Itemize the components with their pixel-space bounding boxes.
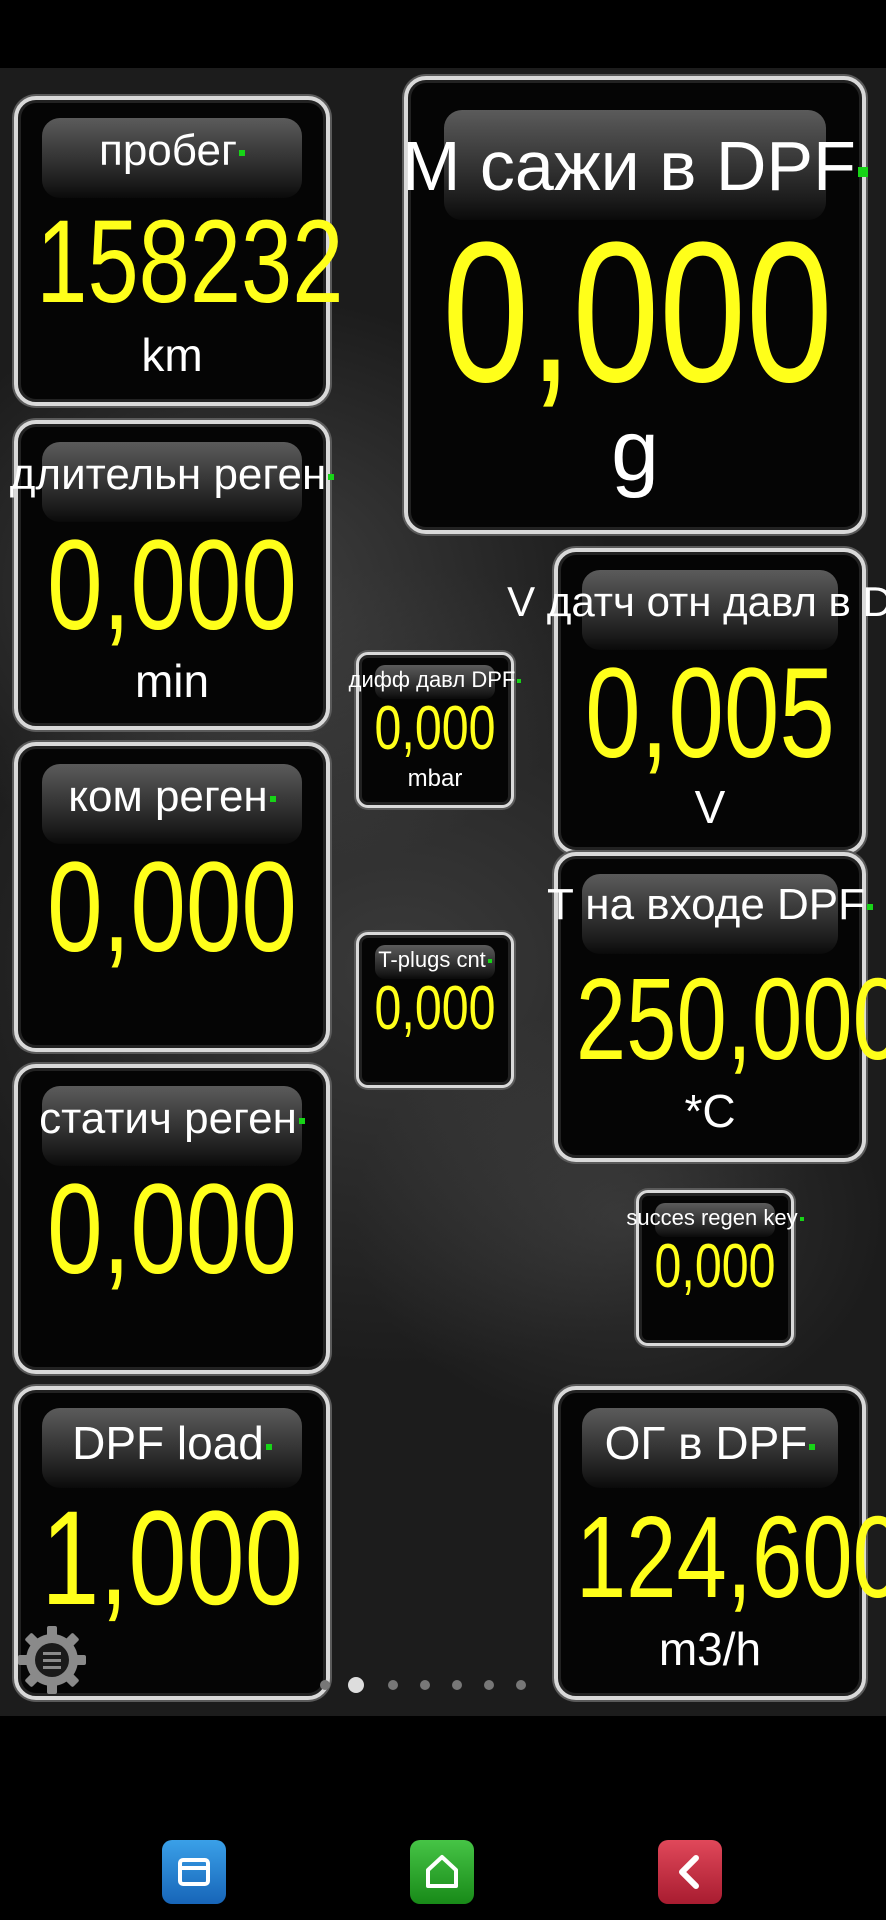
gauge-value: 0,000 [47, 514, 297, 657]
gauge-unit: m3/h [658, 1623, 762, 1675]
status-indicator [239, 150, 245, 157]
status-indicator [265, 1443, 272, 1450]
gauge-unit: km [141, 329, 203, 381]
screen: пробег 158232 km длительн реген 0,000 mi… [0, 0, 886, 1920]
gauge-unit: V [694, 781, 726, 833]
gauge-label: дифф давл DPF [348, 667, 516, 692]
page-dot[interactable] [516, 1680, 526, 1690]
gauge-regen-duration[interactable]: длительн реген 0,000 min [10, 420, 335, 730]
back-button[interactable] [658, 1840, 722, 1904]
page-dot[interactable] [484, 1680, 494, 1690]
gauge-t-plugs[interactable]: T-plugs cnt 0,000 [356, 932, 514, 1088]
gauge-success-regen[interactable]: succes regen key 0,000 [626, 1190, 804, 1346]
home-icon [426, 1855, 458, 1888]
status-indicator [857, 166, 868, 177]
gauge-unit: mbar [407, 765, 463, 792]
gauge-value: 0,000 [47, 836, 297, 979]
gauge-label: статич реген [39, 1094, 297, 1143]
page-dot[interactable] [452, 1680, 462, 1690]
recent-apps-icon [178, 1858, 210, 1886]
gauge-value: 124,600 [575, 1492, 886, 1622]
status-indicator [799, 1217, 804, 1222]
gauge-diff-pressure[interactable]: дифф давл DPF 0,000 mbar [349, 652, 522, 808]
gauge-label: ОГ в DPF [604, 1417, 808, 1469]
gauge-exhaust-flow[interactable]: ОГ в DPF 124,600 m3/h [554, 1386, 886, 1700]
status-indicator [517, 679, 522, 684]
gauge-t-inlet[interactable]: T на входе DPF 250,000 *C [547, 852, 886, 1162]
gauge-unit: g [611, 403, 659, 499]
gauge-probeg[interactable]: пробег 158232 km [14, 96, 344, 406]
status-indicator [867, 904, 874, 911]
status-indicator [487, 959, 492, 964]
gauge-value: 250,000 [575, 954, 886, 1084]
back-icon [679, 1855, 699, 1889]
gauge-value: 0,000 [654, 1232, 776, 1301]
page-dot[interactable] [320, 1680, 330, 1690]
gauge-unit: min [134, 655, 210, 707]
gauge-pressure-sensor-voltage[interactable]: V датч отн давл в D 0,005 V [507, 548, 886, 854]
recent-apps-button[interactable] [162, 1840, 226, 1904]
gauge-value: 0,000 [374, 974, 496, 1043]
status-indicator [809, 1443, 816, 1450]
gauge-com-regen[interactable]: ком реген 0,000 [14, 742, 330, 1052]
gauge-soot-mass[interactable]: M сажи в DPF 0,000 g [402, 76, 868, 534]
gauge-label: ком реген [68, 772, 268, 821]
gauge-value: 0,000 [47, 1158, 297, 1301]
gauge-label: длительн реген [9, 450, 327, 499]
page-dot-active[interactable] [348, 1677, 364, 1693]
gauge-value: 158232 [36, 196, 344, 328]
page-indicator[interactable] [320, 1676, 540, 1693]
home-button[interactable] [410, 1840, 474, 1904]
gauge-label: T на входе DPF [546, 880, 866, 929]
status-indicator [298, 1118, 305, 1125]
gauge-label: M сажи в DPF [402, 127, 856, 205]
gauge-value: 0,000 [442, 201, 833, 424]
gauge-value: 0,005 [585, 642, 835, 785]
page-dot[interactable] [388, 1680, 398, 1690]
gauge-static-regen[interactable]: статич реген 0,000 [14, 1064, 330, 1374]
gauge-value: 0,000 [374, 694, 496, 763]
page-dot[interactable] [420, 1680, 430, 1690]
gauge-value: 1,000 [41, 1484, 303, 1633]
status-indicator [269, 796, 276, 803]
gauge-label: V датч отн давл в D [507, 578, 886, 625]
gauge-label: пробег [99, 126, 237, 175]
status-indicator [328, 474, 335, 481]
gauge-unit: *C [684, 1085, 736, 1137]
gauge-label: T-plugs cnt [378, 947, 486, 972]
gauge-label: DPF load [72, 1417, 264, 1469]
gauge-label: succes regen key [626, 1205, 798, 1230]
